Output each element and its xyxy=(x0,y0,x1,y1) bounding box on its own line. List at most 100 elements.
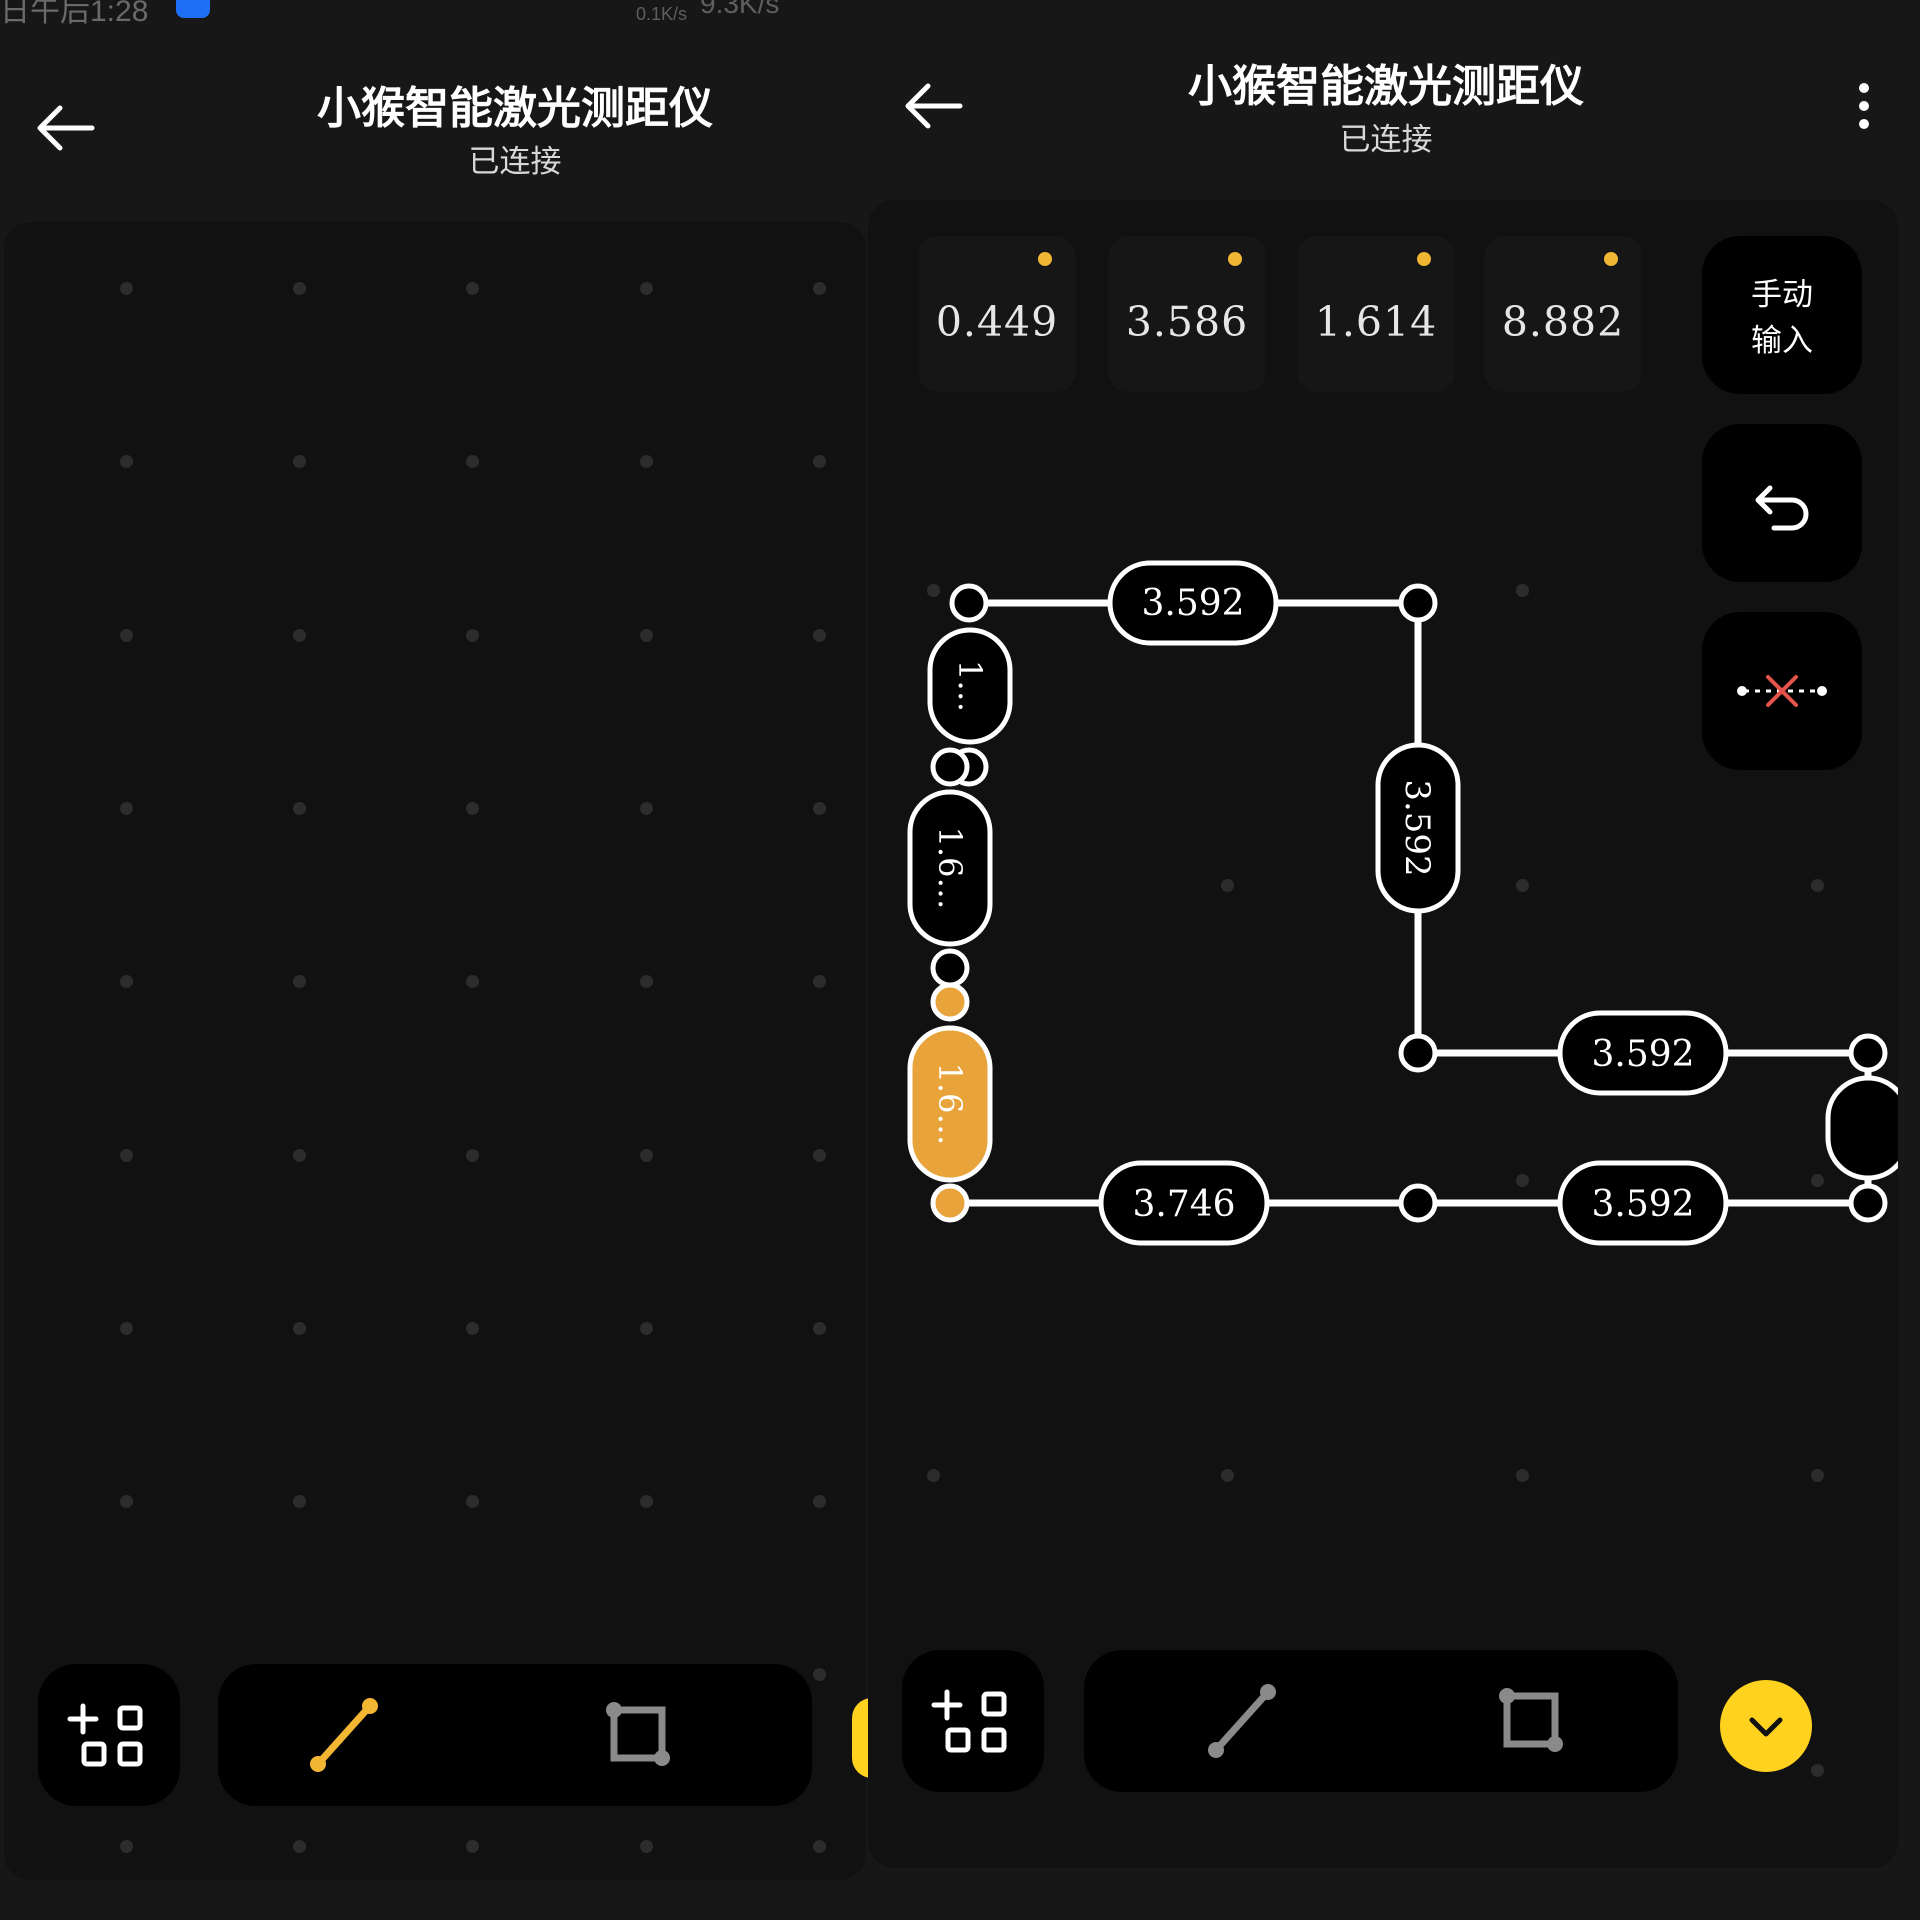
grid-dot xyxy=(293,455,306,468)
segment-label-right-vertical[interactable]: 3.592 xyxy=(1375,742,1461,914)
grid-dot xyxy=(120,1322,133,1335)
segment-label-top[interactable]: 3.592 xyxy=(1107,560,1279,646)
grid-dot xyxy=(293,1840,306,1853)
grid-dot xyxy=(466,282,479,295)
more-menu-button[interactable] xyxy=(1844,78,1884,134)
grid-dot xyxy=(813,455,826,468)
segment-value: 1.6… xyxy=(931,1063,969,1146)
grid-dot xyxy=(293,629,306,642)
vertex-point-selected xyxy=(930,982,970,1022)
tool-selector xyxy=(218,1664,812,1806)
grid-dot xyxy=(293,1322,306,1335)
vertex-point xyxy=(1398,1033,1438,1073)
vertex-point xyxy=(949,583,989,623)
segment-label-right-lower[interactable]: 3.592 xyxy=(1557,1160,1729,1246)
segment-value: 3.592 xyxy=(1591,1034,1694,1075)
line-tool-icon xyxy=(1208,1684,1276,1758)
canvas-panel[interactable] xyxy=(4,222,866,1880)
expand-fab[interactable] xyxy=(1720,1680,1812,1772)
segment-value: 1.6… xyxy=(931,827,969,910)
canvas-panel[interactable]: 0.449 3.586 1.614 8.882 手动 输入 3.592 3.59… xyxy=(868,200,1898,1868)
add-grid-button[interactable] xyxy=(902,1650,1044,1792)
segment-value: 1… xyxy=(951,660,989,712)
grid-dot xyxy=(120,629,133,642)
grid-dot xyxy=(640,282,653,295)
right-screen: 小猴智能激光测距仪 已连接 0.449 3.586 1.614 8.882 手动… xyxy=(866,0,1920,1920)
grid-dot xyxy=(466,975,479,988)
grid-dot xyxy=(813,1149,826,1162)
grid-dot xyxy=(120,1840,133,1853)
segment-label-left-mid[interactable]: 1.6… xyxy=(907,789,993,947)
grid-dot xyxy=(120,802,133,815)
back-button[interactable] xyxy=(30,96,102,160)
grid-dot xyxy=(293,282,306,295)
segment-label-bottom-left[interactable]: 3.746 xyxy=(1098,1160,1270,1246)
grid-dot xyxy=(120,282,133,295)
segment-label-left-short[interactable]: 1… xyxy=(927,627,1013,745)
vertex-point xyxy=(1398,583,1438,623)
grid-dot xyxy=(813,1840,826,1853)
segment-value: 3.592 xyxy=(1397,779,1437,876)
grid-dot xyxy=(813,1668,826,1681)
grid-dot xyxy=(640,975,653,988)
left-screen: 小猴智能激光测距仪 已连接 xyxy=(0,0,872,1920)
grid-dot xyxy=(293,975,306,988)
segment-value: 3.592 xyxy=(1591,1184,1694,1225)
segment-label-right-edge[interactable] xyxy=(1825,1075,1898,1181)
grid-dot xyxy=(466,1322,479,1335)
connection-status: 已连接 xyxy=(468,144,562,180)
floorplan-drawing[interactable]: 3.592 3.592 3.592 3.592 3.746 1… 1.6… 1.… xyxy=(868,200,1898,1868)
grid-dot xyxy=(466,629,479,642)
line-tool-button[interactable] xyxy=(1176,1650,1306,1792)
vertex-point xyxy=(1398,1183,1438,1223)
grid-dot xyxy=(813,1495,826,1508)
chevron-down-icon xyxy=(1749,1717,1783,1737)
grid-dot xyxy=(813,282,826,295)
segment-value: 3.592 xyxy=(1141,583,1244,624)
connection-status: 已连接 xyxy=(1339,122,1433,158)
page-title: 小猴智能激光测距仪 xyxy=(317,83,713,134)
grid-dot xyxy=(466,1149,479,1162)
grid-dot xyxy=(466,1495,479,1508)
rect-tool-icon xyxy=(1499,1688,1563,1752)
grid-dot xyxy=(293,802,306,815)
grid-dot xyxy=(813,629,826,642)
grid-dot xyxy=(466,802,479,815)
grid-dot xyxy=(640,1840,653,1853)
grid-dot xyxy=(466,455,479,468)
back-button[interactable] xyxy=(898,74,970,138)
add-grid-button[interactable] xyxy=(38,1664,180,1806)
grid-dot xyxy=(640,455,653,468)
segment-value: 3.746 xyxy=(1132,1184,1235,1225)
grid-dot xyxy=(640,1149,653,1162)
vertex-point-selected xyxy=(930,1183,970,1223)
tool-selector xyxy=(1084,1650,1678,1792)
grid-dot xyxy=(293,1149,306,1162)
grid-dot xyxy=(640,802,653,815)
rect-tool-icon xyxy=(606,1702,670,1766)
add-grid-icon xyxy=(67,1703,143,1767)
vertex-point xyxy=(930,747,970,787)
grid-dot xyxy=(293,1495,306,1508)
back-arrow-icon xyxy=(905,83,963,129)
vertex-point xyxy=(930,948,970,988)
grid-dot xyxy=(120,1495,133,1508)
vertex-point xyxy=(1848,1033,1888,1073)
segment-label-right-upper[interactable]: 3.592 xyxy=(1557,1010,1729,1096)
back-arrow-icon xyxy=(37,105,95,151)
line-tool-icon xyxy=(310,1698,378,1772)
grid-dot xyxy=(640,629,653,642)
grid-dot xyxy=(120,975,133,988)
more-vertical-icon xyxy=(1859,83,1869,129)
rect-tool-button[interactable] xyxy=(1467,1650,1597,1792)
grid-dot xyxy=(813,1322,826,1335)
grid-dot xyxy=(466,1840,479,1853)
grid-dot xyxy=(813,975,826,988)
page-title: 小猴智能激光测距仪 xyxy=(1188,61,1584,112)
rect-tool-button[interactable] xyxy=(574,1664,704,1806)
grid-dot xyxy=(120,455,133,468)
add-grid-icon xyxy=(931,1689,1007,1753)
segment-label-left-selected[interactable]: 1.6… xyxy=(907,1025,993,1183)
line-tool-button[interactable] xyxy=(278,1664,408,1806)
grid-dot xyxy=(640,1495,653,1508)
